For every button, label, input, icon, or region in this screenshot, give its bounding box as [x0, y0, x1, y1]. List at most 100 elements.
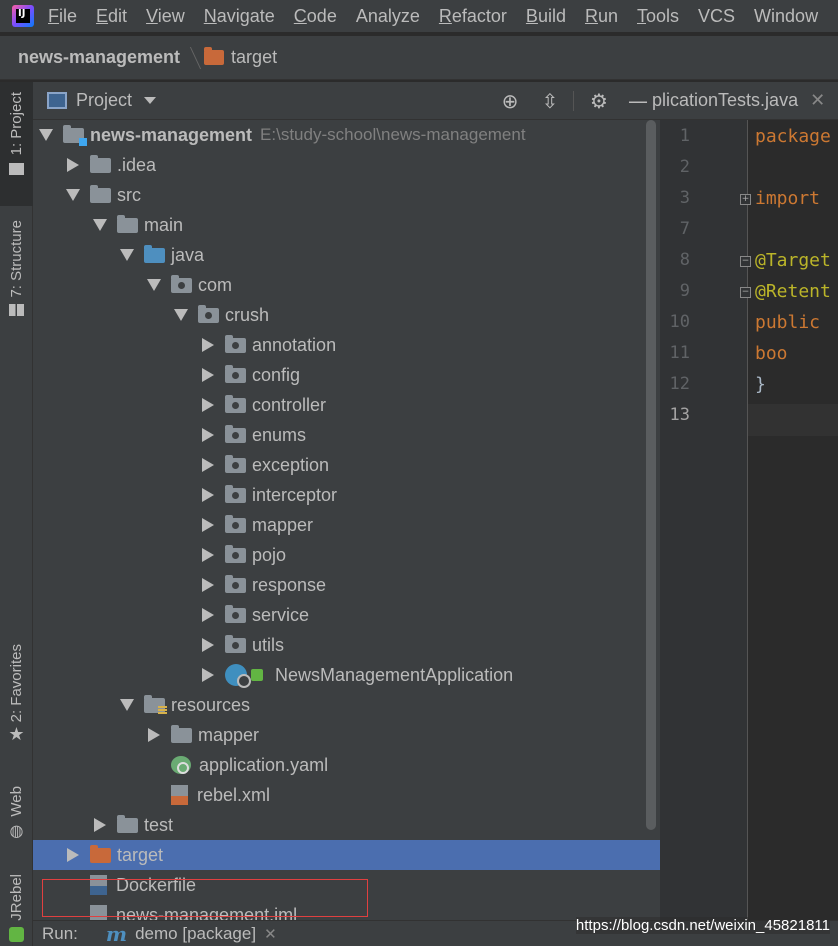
fold-marker-icon[interactable]: +	[740, 194, 751, 205]
chevron-right-icon[interactable]	[199, 455, 217, 475]
tree-item[interactable]: main	[33, 210, 660, 240]
chevron-right-icon[interactable]	[199, 665, 217, 685]
menu-item-run[interactable]: Run	[585, 6, 618, 27]
line-number: 9	[679, 281, 690, 301]
collapse-all-icon[interactable]: ⇳	[539, 90, 561, 112]
chevron-right-icon[interactable]	[199, 575, 217, 595]
view-selector-chevron-down-icon[interactable]	[144, 97, 157, 104]
close-tab-icon[interactable]: ✕	[810, 90, 825, 111]
tree-item[interactable]: .idea	[33, 150, 660, 180]
menu-item-analyze[interactable]: Analyze	[356, 6, 420, 27]
locate-file-icon[interactable]: ⊕	[499, 90, 521, 112]
package-icon	[225, 634, 246, 653]
chevron-down-icon[interactable]	[37, 125, 55, 145]
package-icon	[225, 514, 246, 533]
menu-item-edit[interactable]: Edit	[96, 6, 127, 27]
tree-item[interactable]: application.yaml	[33, 750, 660, 780]
chevron-right-icon[interactable]	[199, 395, 217, 415]
tool-window-project[interactable]: 1: Project	[0, 82, 33, 206]
breadcrumb-target[interactable]: target	[231, 47, 277, 68]
tree-item[interactable]: mapper	[33, 510, 660, 540]
menu-item-file[interactable]: File	[48, 6, 77, 27]
tree-item[interactable]: response	[33, 570, 660, 600]
line-number: 10	[669, 312, 690, 332]
editor-gutter: 1 2 3 7 8 9 10 11 12 13 + − −	[660, 120, 751, 920]
tree-item[interactable]: pojo	[33, 540, 660, 570]
tool-window-favorites[interactable]: 2: Favorites ★	[0, 644, 33, 762]
menu-item-code[interactable]: Code	[294, 6, 337, 27]
tree-item-label: com	[198, 274, 233, 295]
menu-item-view[interactable]: View	[146, 6, 185, 27]
header-divider	[573, 91, 574, 111]
chevron-right-icon[interactable]	[199, 605, 217, 625]
chevron-right-icon[interactable]	[199, 515, 217, 535]
tree-item[interactable]: crush	[33, 300, 660, 330]
run-label: Run:	[42, 923, 78, 943]
chevron-right-icon[interactable]	[91, 815, 109, 835]
chevron-down-icon[interactable]	[64, 185, 82, 205]
spring-config-icon	[171, 756, 191, 774]
tree-item[interactable]: utils	[33, 630, 660, 660]
chevron-right-icon[interactable]	[199, 545, 217, 565]
project-panel-title[interactable]: Project	[76, 90, 132, 111]
menu-item-window[interactable]: Window	[754, 6, 818, 27]
chevron-right-icon[interactable]	[199, 425, 217, 445]
tree-item[interactable]: resources	[33, 690, 660, 720]
menu-item-tools[interactable]: Tools	[637, 6, 679, 27]
menu-item-vcs[interactable]: VCS	[698, 6, 735, 27]
menu-item-build[interactable]: Build	[526, 6, 566, 27]
tool-window-web[interactable]: Web ◍	[0, 786, 33, 850]
tree-item[interactable]: enums	[33, 420, 660, 450]
tree-item-label: src	[117, 184, 141, 205]
chevron-down-icon[interactable]	[118, 695, 136, 715]
chevron-right-icon[interactable]	[64, 155, 82, 175]
chevron-right-icon[interactable]	[199, 635, 217, 655]
tree-item[interactable]: test	[33, 810, 660, 840]
chevron-down-icon[interactable]	[91, 215, 109, 235]
structure-icon	[9, 303, 24, 316]
chevron-right-icon[interactable]	[145, 725, 163, 745]
tree-item[interactable]: annotation	[33, 330, 660, 360]
tree-item[interactable]: service	[33, 600, 660, 630]
tool-window-structure[interactable]: 7: Structure	[0, 220, 33, 340]
resources-folder-icon	[144, 694, 167, 715]
tree-item[interactable]: src	[33, 180, 660, 210]
close-run-tab-icon[interactable]: ✕	[264, 925, 277, 943]
tree-item[interactable]: target	[33, 840, 660, 870]
editor-tab[interactable]: plicationTests.java ✕	[652, 82, 838, 120]
tree-item-label: mapper	[198, 724, 260, 745]
run-tab-label[interactable]: demo [package]	[135, 924, 256, 944]
fold-marker-icon[interactable]: −	[740, 287, 751, 298]
tree-item[interactable]: exception	[33, 450, 660, 480]
chevron-right-icon[interactable]	[199, 335, 217, 355]
highlight-annotation-box	[42, 879, 368, 917]
tree-item[interactable]: interceptor	[33, 480, 660, 510]
tree-item[interactable]: news-management E:\study-school\news-mana…	[33, 120, 660, 150]
tool-window-jrebel[interactable]: JRebel	[0, 874, 33, 946]
chevron-right-icon[interactable]	[199, 365, 217, 385]
tree-item[interactable]: com	[33, 270, 660, 300]
tree-item[interactable]: java	[33, 240, 660, 270]
gear-icon[interactable]: ⚙	[588, 90, 610, 112]
hide-panel-icon[interactable]: —	[627, 90, 649, 112]
package-icon	[198, 304, 219, 323]
tree-item[interactable]: NewsManagementApplication	[33, 660, 660, 690]
fold-marker-icon[interactable]: −	[740, 256, 751, 267]
tree-item[interactable]: controller	[33, 390, 660, 420]
breadcrumb-project[interactable]: news-management	[18, 47, 180, 68]
tree-scrollbar[interactable]	[646, 120, 656, 830]
tree-item[interactable]: mapper	[33, 720, 660, 750]
left-tool-strip: 1: Project 7: Structure 2: Favorites ★ W…	[0, 82, 33, 946]
chevron-down-icon[interactable]	[118, 245, 136, 265]
menu-item-refactor[interactable]: Refactor	[439, 6, 507, 27]
module-folder-icon	[63, 124, 87, 146]
code-line: package	[755, 126, 831, 147]
tree-item[interactable]: config	[33, 360, 660, 390]
tree-item[interactable]: rebel.xml	[33, 780, 660, 810]
chevron-down-icon[interactable]	[172, 305, 190, 325]
chevron-down-icon[interactable]	[145, 275, 163, 295]
chevron-right-icon[interactable]	[199, 485, 217, 505]
chevron-right-icon[interactable]	[64, 845, 82, 865]
menu-item-navigate[interactable]: Navigate	[204, 6, 275, 27]
